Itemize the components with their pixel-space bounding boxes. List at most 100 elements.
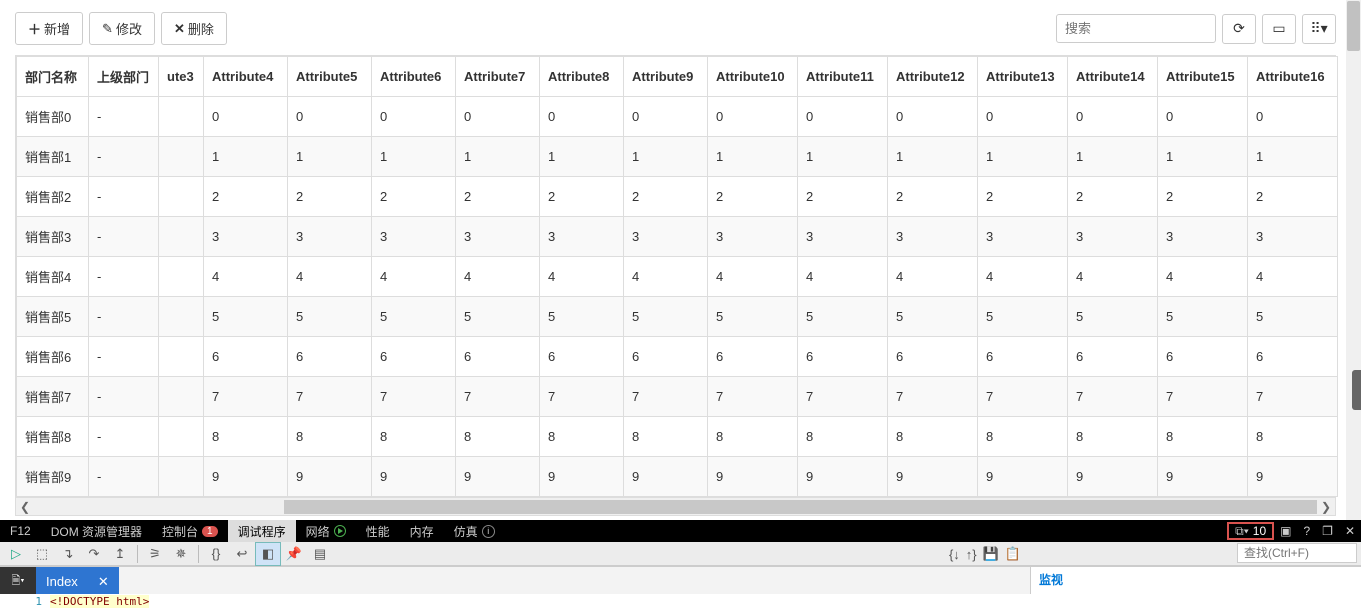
column-header[interactable]: Attribute15 — [1158, 57, 1248, 97]
close-tab-icon[interactable]: ✕ — [98, 574, 109, 590]
table-cell: 销售部8 — [17, 417, 89, 457]
device-icon: ⧉▾ — [1235, 524, 1249, 539]
step-out-icon[interactable]: ↥ — [108, 543, 132, 565]
console-icon[interactable]: ▤ — [308, 543, 332, 565]
table-cell: - — [89, 457, 159, 497]
side-handle[interactable] — [1352, 370, 1361, 410]
help-icon[interactable]: ? — [1297, 520, 1316, 542]
break-new-worker-icon[interactable]: ⚞ — [143, 543, 167, 565]
column-header[interactable]: Attribute13 — [978, 57, 1068, 97]
table-row[interactable]: 销售部1-1111111111111 — [17, 137, 1338, 177]
table-cell: - — [89, 297, 159, 337]
vertical-scrollbar[interactable] — [1346, 0, 1361, 520]
refresh-button[interactable]: ⟳ — [1222, 14, 1256, 44]
grid-icon: ⠿▾ — [1310, 20, 1327, 37]
tab-console[interactable]: 控制台 1 — [152, 520, 228, 542]
scroll-right-arrow[interactable]: ❯ — [1317, 498, 1335, 516]
table-row[interactable]: 销售部7-7777777777777 — [17, 377, 1338, 417]
close-devtools-icon[interactable]: ✕ — [1339, 520, 1361, 542]
column-header[interactable]: Attribute8 — [540, 57, 624, 97]
bracket-out-icon[interactable]: ↑} — [966, 547, 977, 562]
wrap-icon[interactable]: ↩ — [230, 543, 254, 565]
file-picker-handle[interactable]: 🗎▾ — [0, 567, 36, 596]
table-cell: 1 — [456, 137, 540, 177]
console-error-badge: 1 — [202, 526, 218, 537]
toggle-button[interactable]: ▭ — [1262, 14, 1296, 44]
table-cell: 9 — [540, 457, 624, 497]
table-row[interactable]: 销售部0-0000000000000 — [17, 97, 1338, 137]
undock-icon[interactable]: ❐ — [1316, 520, 1339, 542]
column-header[interactable]: Attribute14 — [1068, 57, 1158, 97]
pin-icon[interactable]: ▣ — [1274, 520, 1297, 542]
tab-debugger[interactable]: 调试程序 — [228, 520, 296, 542]
tab-performance[interactable]: 性能 — [356, 520, 400, 542]
watch-panel: 监视 — [1030, 566, 1361, 596]
table-cell: 0 — [888, 97, 978, 137]
table-row[interactable]: 销售部9-9999999999999 — [17, 457, 1338, 497]
add-button[interactable]: ＋新增 — [15, 12, 83, 45]
edit-button[interactable]: ✎修改 — [89, 12, 155, 45]
table-cell: 4 — [204, 257, 288, 297]
step-over-icon[interactable]: ↷ — [82, 543, 106, 565]
tab-emulation[interactable]: 仿真 i — [444, 520, 505, 542]
table-row[interactable]: 销售部3-3333333333333 — [17, 217, 1338, 257]
break-icon[interactable]: ⬚ — [30, 543, 54, 565]
emulation-size-box[interactable]: ⧉▾ 10 — [1227, 522, 1274, 540]
column-header[interactable]: Attribute11 — [798, 57, 888, 97]
table-row[interactable]: 销售部2-2222222222222 — [17, 177, 1338, 217]
table-row[interactable]: 销售部5-5555555555555 — [17, 297, 1338, 337]
column-header[interactable]: Attribute9 — [624, 57, 708, 97]
search-input[interactable] — [1056, 14, 1216, 43]
table-cell: 0 — [978, 97, 1068, 137]
pin-tool-icon[interactable]: 📌 — [282, 543, 306, 565]
table-cell: 2 — [540, 177, 624, 217]
copy-icon[interactable]: 📋 — [1005, 546, 1021, 562]
column-header[interactable]: 上级部门 — [89, 57, 159, 97]
table-cell: 销售部3 — [17, 217, 89, 257]
continue-icon[interactable]: ▷ — [4, 543, 28, 565]
table-cell — [159, 417, 204, 457]
save-icon[interactable]: 💾 — [983, 546, 999, 562]
scroll-left-arrow[interactable]: ❮ — [16, 498, 34, 516]
column-header[interactable]: 部门名称 — [17, 57, 89, 97]
tab-memory[interactable]: 内存 — [400, 520, 444, 542]
horizontal-scrollbar[interactable]: ❮ ❯ — [15, 498, 1336, 516]
highlight-icon[interactable]: ◧ — [256, 543, 280, 565]
exception-icon[interactable]: ✵ — [169, 543, 193, 565]
table-cell: 3 — [978, 217, 1068, 257]
scroll-thumb[interactable] — [284, 500, 1317, 514]
pretty-print-icon[interactable]: {} — [204, 543, 228, 565]
debugger-mid-icons: {↓ ↑} 💾 📋 — [949, 542, 1021, 566]
step-into-icon[interactable]: ↴ — [56, 543, 80, 565]
column-header[interactable]: Attribute16 — [1248, 57, 1338, 97]
find-input[interactable] — [1237, 543, 1357, 563]
table-cell: 5 — [204, 297, 288, 337]
table-cell — [159, 377, 204, 417]
tab-network[interactable]: 网络 — [296, 520, 356, 542]
column-header[interactable]: Attribute4 — [204, 57, 288, 97]
tab-dom-explorer[interactable]: DOM 资源管理器 — [41, 520, 152, 542]
delete-button[interactable]: ✕删除 — [161, 12, 227, 45]
table-row[interactable]: 销售部4-4444444444444 — [17, 257, 1338, 297]
table-cell: 9 — [888, 457, 978, 497]
column-header[interactable]: Attribute6 — [372, 57, 456, 97]
table-cell: 8 — [288, 417, 372, 457]
table-row[interactable]: 销售部8-8888888888888 — [17, 417, 1338, 457]
column-header[interactable]: Attribute12 — [888, 57, 978, 97]
column-header[interactable]: Attribute7 — [456, 57, 540, 97]
columns-button[interactable]: ⠿▾ — [1302, 14, 1336, 44]
table-row[interactable]: 销售部6-6666666666666 — [17, 337, 1338, 377]
watch-title: 监视 — [1039, 573, 1063, 587]
file-tab-index[interactable]: Index ✕ — [36, 567, 119, 596]
bracket-in-icon[interactable]: {↓ — [949, 547, 960, 562]
table-cell: 5 — [708, 297, 798, 337]
column-header[interactable]: Attribute10 — [708, 57, 798, 97]
f12-label: F12 — [0, 520, 41, 542]
table-cell: 8 — [624, 417, 708, 457]
column-header[interactable]: Attribute5 — [288, 57, 372, 97]
column-header[interactable]: ute3 — [159, 57, 204, 97]
table-cell: 6 — [708, 337, 798, 377]
table-cell: 4 — [456, 257, 540, 297]
table-cell: 1 — [708, 137, 798, 177]
table-cell: 5 — [540, 297, 624, 337]
